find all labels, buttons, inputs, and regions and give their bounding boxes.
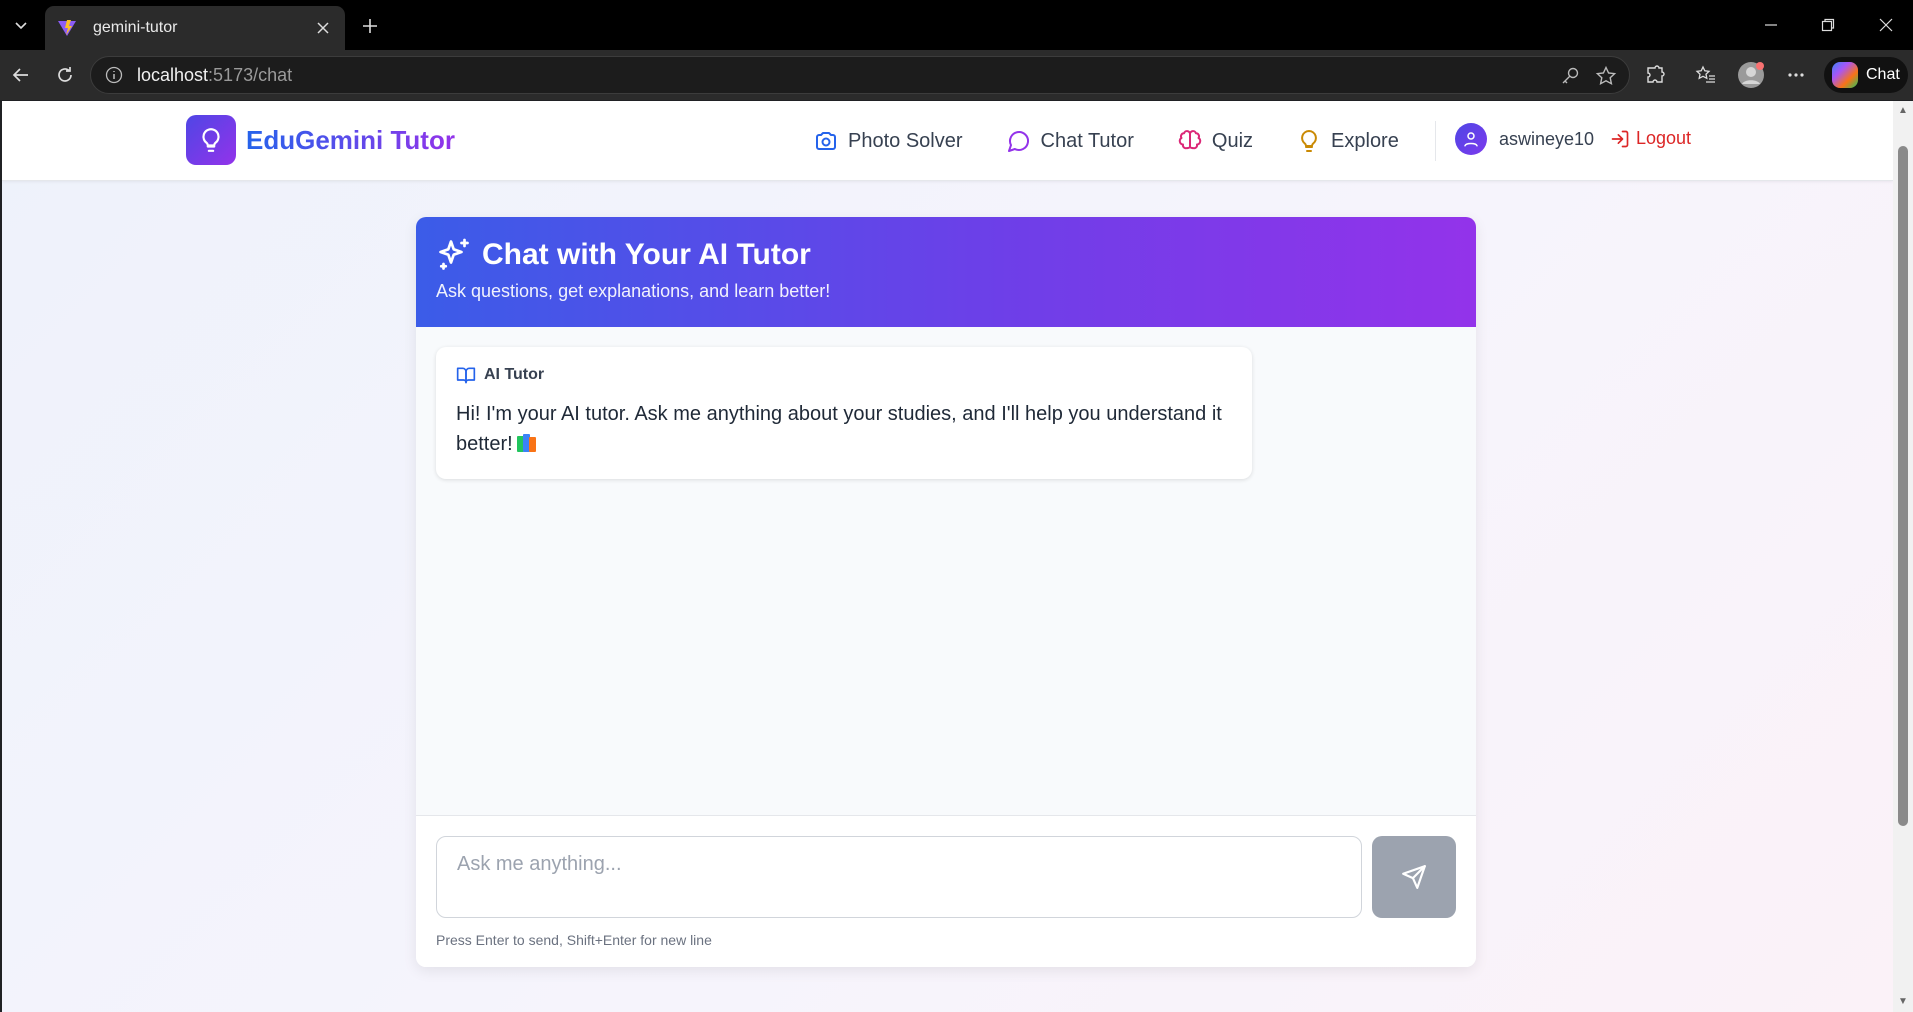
assistant-message: AI Tutor Hi! I'm your AI tutor. Ask me a… [436, 347, 1252, 479]
user-avatar-icon [1455, 123, 1487, 155]
message-author: AI Tutor [456, 365, 1232, 385]
chat-title: Chat with Your AI Tutor [436, 237, 1456, 273]
more-menu-icon[interactable] [1781, 60, 1811, 90]
nav-quiz[interactable]: Quiz [1178, 129, 1253, 153]
nav-links: Photo Solver Chat Tutor Quiz Explore [814, 123, 1443, 159]
scroll-up-icon[interactable]: ▲ [1897, 105, 1909, 117]
nav-photo-solver[interactable]: Photo Solver [814, 129, 963, 153]
open-book-icon [456, 367, 476, 384]
url-host: localhost [137, 64, 209, 85]
user-profile[interactable]: aswineye10 [1455, 123, 1594, 155]
page-scrollbar[interactable]: ▲ ▼ [1893, 101, 1913, 1012]
logout-label: Logout [1636, 128, 1692, 148]
logout-button[interactable]: Logout [1610, 128, 1691, 149]
scroll-thumb[interactable] [1898, 146, 1908, 826]
copilot-logo-icon [1832, 62, 1858, 88]
new-tab-plus-icon[interactable] [356, 12, 384, 40]
nav-divider [1435, 121, 1436, 161]
scroll-down-icon[interactable]: ▼ [1897, 996, 1909, 1008]
send-button[interactable] [1372, 836, 1456, 918]
message-body: Hi! I'm your AI tutor. Ask me anything a… [456, 403, 1222, 455]
nav-explore[interactable]: Explore [1297, 129, 1399, 153]
url-text: localhost:5173/chat [137, 65, 292, 86]
input-hint: Press Enter to send, Shift+Enter for new… [436, 932, 712, 948]
lightbulb-logo-icon [186, 115, 236, 165]
close-window-icon[interactable] [1871, 10, 1901, 40]
page-viewport: EduGemini Tutor Photo Solver Chat Tutor … [2, 101, 1893, 1012]
browser-tab[interactable]: gemini-tutor [45, 6, 345, 50]
back-arrow-icon[interactable] [6, 60, 36, 90]
message-text: Hi! I'm your AI tutor. Ask me anything a… [456, 399, 1232, 459]
copilot-label: Chat [1866, 66, 1900, 83]
vite-favicon-icon [57, 17, 79, 39]
message-author-name: AI Tutor [484, 366, 545, 383]
url-path: :5173/chat [208, 64, 293, 85]
username: aswineye10 [1499, 128, 1595, 149]
chat-composer: Press Enter to send, Shift+Enter for new… [416, 815, 1476, 967]
nav-chat-tutor[interactable]: Chat Tutor [1007, 129, 1134, 153]
lightbulb-icon [1301, 130, 1317, 152]
restore-icon[interactable] [1813, 10, 1843, 40]
reload-icon[interactable] [50, 60, 80, 90]
books-emoji-icon [516, 434, 537, 452]
chat-card: Chat with Your AI Tutor Ask questions, g… [416, 217, 1476, 967]
address-bar[interactable]: localhost:5173/chat [90, 56, 1630, 94]
tab-list-chevron-icon[interactable] [6, 10, 36, 40]
message-list: AI Tutor Hi! I'm your AI tutor. Ask me a… [416, 327, 1476, 815]
browser-tab-bar: gemini-tutor [0, 0, 1913, 50]
site-info-icon[interactable] [105, 65, 125, 85]
browser-toolbar: localhost:5173/chat Chat [0, 50, 1913, 100]
brand-name: EduGemini Tutor [246, 124, 455, 155]
chat-header: Chat with Your AI Tutor Ask questions, g… [416, 217, 1476, 327]
minimize-icon[interactable] [1756, 10, 1786, 40]
profile-avatar-icon[interactable] [1736, 60, 1766, 90]
top-navbar: EduGemini Tutor Photo Solver Chat Tutor … [2, 101, 1893, 181]
copilot-chat-button[interactable]: Chat [1824, 57, 1908, 93]
chat-subtitle: Ask questions, get explanations, and lea… [436, 281, 831, 301]
brand[interactable]: EduGemini Tutor [186, 115, 455, 165]
logout-icon [1611, 130, 1629, 147]
chat-bubble-icon [1007, 131, 1029, 152]
favorite-star-icon[interactable] [1595, 65, 1617, 92]
favorites-list-icon[interactable] [1691, 60, 1721, 90]
chat-message-input[interactable] [436, 836, 1362, 918]
send-plane-icon [1402, 865, 1426, 889]
chat-title-text: Chat with Your AI Tutor [482, 238, 811, 271]
nav-chat-tutor-label: Chat Tutor [1040, 129, 1134, 152]
nav-quiz-label: Quiz [1211, 129, 1254, 152]
extensions-puzzle-icon[interactable] [1640, 60, 1670, 90]
nav-explore-label: Explore [1331, 129, 1399, 152]
nav-photo-solver-label: Photo Solver [848, 129, 963, 152]
password-key-icon[interactable] [1559, 65, 1581, 92]
tab-title: gemini-tutor [93, 19, 178, 36]
camera-icon [816, 132, 836, 150]
brain-icon [1178, 130, 1202, 150]
tab-close-icon[interactable] [313, 18, 333, 38]
sparkles-icon [439, 238, 469, 270]
